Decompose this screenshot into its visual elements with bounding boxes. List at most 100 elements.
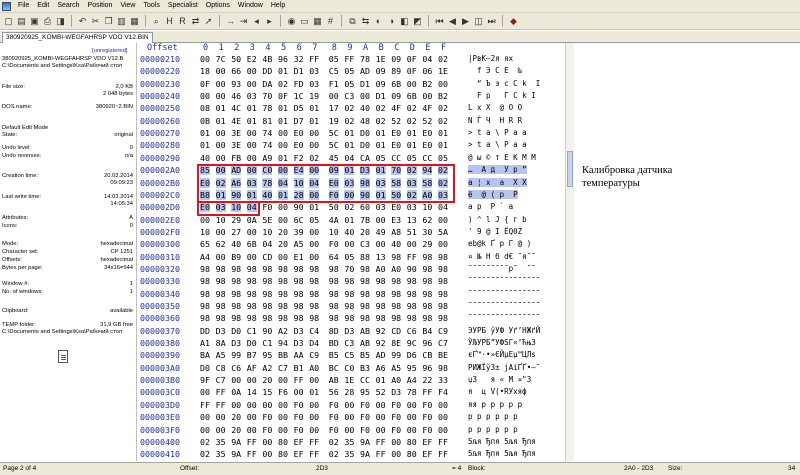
hex-byte[interactable]: 98	[344, 289, 354, 299]
hex-byte[interactable]: 09	[376, 66, 386, 76]
hex-byte[interactable]: 9F	[200, 375, 210, 385]
hex-row[interactable]: 00000220 18 00 66 00 DD 01 D1 03 C5 05 AD 09 89 0F 06 1E…	[138, 66, 565, 78]
hex-byte[interactable]: 05	[344, 79, 354, 89]
menu-options[interactable]: Options	[202, 0, 234, 12]
hex-byte[interactable]: 0A	[231, 387, 241, 397]
hex-byte[interactable]: 52	[391, 116, 401, 126]
hex-byte[interactable]: B1	[294, 363, 304, 373]
hex-byte[interactable]: 39	[294, 227, 304, 237]
hex-byte[interactable]: 96	[422, 363, 432, 373]
hex-byte[interactable]: C3	[360, 239, 370, 249]
hex-byte[interactable]: 00	[309, 425, 319, 435]
hex-byte[interactable]: 02	[407, 116, 417, 126]
hex-byte[interactable]: DD	[262, 66, 272, 76]
hex-row[interactable]: 00000400 02 35 9A FF 00 80 EF FF 02 35 9A FF 00 80 EF FF…	[138, 437, 565, 449]
hex-byte[interactable]: 10	[200, 227, 210, 237]
hex-byte[interactable]: A5	[391, 363, 401, 373]
hex-byte[interactable]: E3	[391, 215, 401, 225]
hex-byte[interactable]: E0	[391, 140, 401, 150]
menu-help[interactable]: Help	[267, 0, 289, 12]
hex-byte[interactable]: 08	[200, 103, 210, 113]
hex-byte[interactable]: 05	[329, 54, 339, 64]
hex-row[interactable]: 00000300 65 62 40 6B 04 20 A5 00 F0 00 C3 00 40 00 29 00…	[138, 239, 565, 251]
hex-row[interactable]: 000003F0 00 00 20 00 F0 00 F0 00 F0 00 F0 00 F0 00 F0 00…	[138, 425, 565, 437]
hex-byte[interactable]: 01	[375, 165, 386, 176]
hex-byte[interactable]: 98	[438, 313, 448, 323]
hex-byte[interactable]: 98	[231, 276, 241, 286]
hex-byte[interactable]: 01	[344, 165, 355, 176]
hex-byte[interactable]: F0	[360, 412, 370, 422]
hex-byte[interactable]: 62	[422, 215, 432, 225]
hex-byte[interactable]: 50	[391, 189, 402, 200]
text-column[interactable]: ' 9 @ I ЁQ0Z	[468, 227, 522, 236]
text-column[interactable]: @ ы © т E К М М	[468, 153, 536, 162]
hex-byte[interactable]: AA	[294, 350, 304, 360]
hex-byte[interactable]: 46	[231, 91, 241, 101]
hex-byte[interactable]: F0	[262, 425, 272, 435]
hex-byte[interactable]: C3	[344, 91, 354, 101]
hex-byte[interactable]: 00	[278, 128, 288, 138]
hex-byte[interactable]: C9	[438, 326, 448, 336]
hex-byte[interactable]: DD	[200, 326, 210, 336]
hex-byte[interactable]: EF	[422, 437, 432, 447]
hex-byte[interactable]: F0	[391, 425, 401, 435]
hex-byte[interactable]: 20	[278, 227, 288, 237]
hex-byte[interactable]: 40	[391, 239, 401, 249]
hex-byte[interactable]: FF	[200, 400, 210, 410]
hex-byte[interactable]: 03	[309, 66, 319, 76]
hex-byte[interactable]: C1	[247, 326, 257, 336]
hex-byte[interactable]: 98	[329, 301, 339, 311]
hex-byte[interactable]: 02	[406, 165, 417, 176]
hex-byte[interactable]: 10	[231, 202, 242, 213]
hex-byte[interactable]: 98	[407, 301, 417, 311]
hex-byte[interactable]: 0F	[278, 91, 288, 101]
hex-byte[interactable]: EF	[294, 437, 304, 447]
hex-byte[interactable]: 00	[216, 140, 226, 150]
hex-byte[interactable]: 98	[309, 264, 319, 274]
hex-byte[interactable]: 00	[247, 153, 257, 163]
hex-byte[interactable]: 14	[247, 387, 257, 397]
file-tab[interactable]: 380920925_KOMBI-WEGFAHRSP VDO V12.BIN	[2, 32, 153, 43]
cut-icon[interactable]: ✂	[90, 16, 101, 27]
hex-row[interactable]: 00000260 0B 01 4E 01 81 01 D7 01 19 02 48 02 52 02 52 02…	[138, 116, 565, 128]
hex-byte[interactable]: F0	[329, 239, 339, 249]
hex-byte[interactable]: 98	[422, 313, 432, 323]
hex-byte[interactable]: 19	[309, 91, 319, 101]
hex-byte[interactable]: A8	[391, 227, 401, 237]
hex-byte[interactable]: C5	[344, 350, 354, 360]
hex-byte[interactable]: 85	[200, 165, 210, 176]
hex-byte[interactable]: 18	[200, 66, 210, 76]
hex-byte[interactable]: 70	[391, 165, 402, 176]
hex-byte[interactable]: 00	[376, 425, 386, 435]
hex-byte[interactable]: FF	[247, 437, 257, 447]
hex-byte[interactable]: 0B	[200, 116, 210, 126]
hex-byte[interactable]: A0	[376, 264, 386, 274]
hex-byte[interactable]: FF	[422, 387, 432, 397]
hex-byte[interactable]: 01	[278, 66, 288, 76]
hex-byte[interactable]: 00	[360, 91, 370, 101]
hex-byte[interactable]: 80	[278, 449, 288, 459]
hex-row[interactable]: 000003A0 D0 C8 C6 AF A2 C7 B1 A0 BC C0 B3 A6 A5 95 96 98…	[138, 363, 565, 375]
hex-byte[interactable]: 4F	[391, 103, 401, 113]
hex-byte[interactable]: 98	[294, 264, 304, 274]
hex-byte[interactable]: 96	[278, 54, 288, 64]
hex-byte[interactable]: AB	[360, 338, 370, 348]
hex-byte[interactable]: 00	[438, 400, 448, 410]
hex-byte[interactable]: 05	[344, 252, 354, 262]
hex-byte[interactable]: 0F	[407, 54, 417, 64]
hex-byte[interactable]: 78	[262, 103, 272, 113]
hex-byte[interactable]: 02	[344, 103, 354, 113]
hex-byte[interactable]: 98	[344, 313, 354, 323]
hex-byte[interactable]: 00	[216, 425, 226, 435]
goto-offset-icon[interactable]: →	[225, 16, 236, 27]
hex-byte[interactable]: 9A	[360, 449, 370, 459]
hex-byte[interactable]: 02	[215, 177, 226, 188]
find-hex-icon[interactable]: H	[164, 16, 175, 27]
hex-byte[interactable]: 9A	[360, 437, 370, 447]
hex-byte[interactable]: 98	[200, 264, 210, 274]
hex-byte[interactable]: A2	[278, 326, 288, 336]
hex-byte[interactable]: F0	[294, 412, 304, 422]
hex-byte[interactable]: 00	[278, 165, 288, 176]
hex-byte[interactable]: 98	[360, 289, 370, 299]
hex-byte[interactable]: 98	[329, 313, 339, 323]
